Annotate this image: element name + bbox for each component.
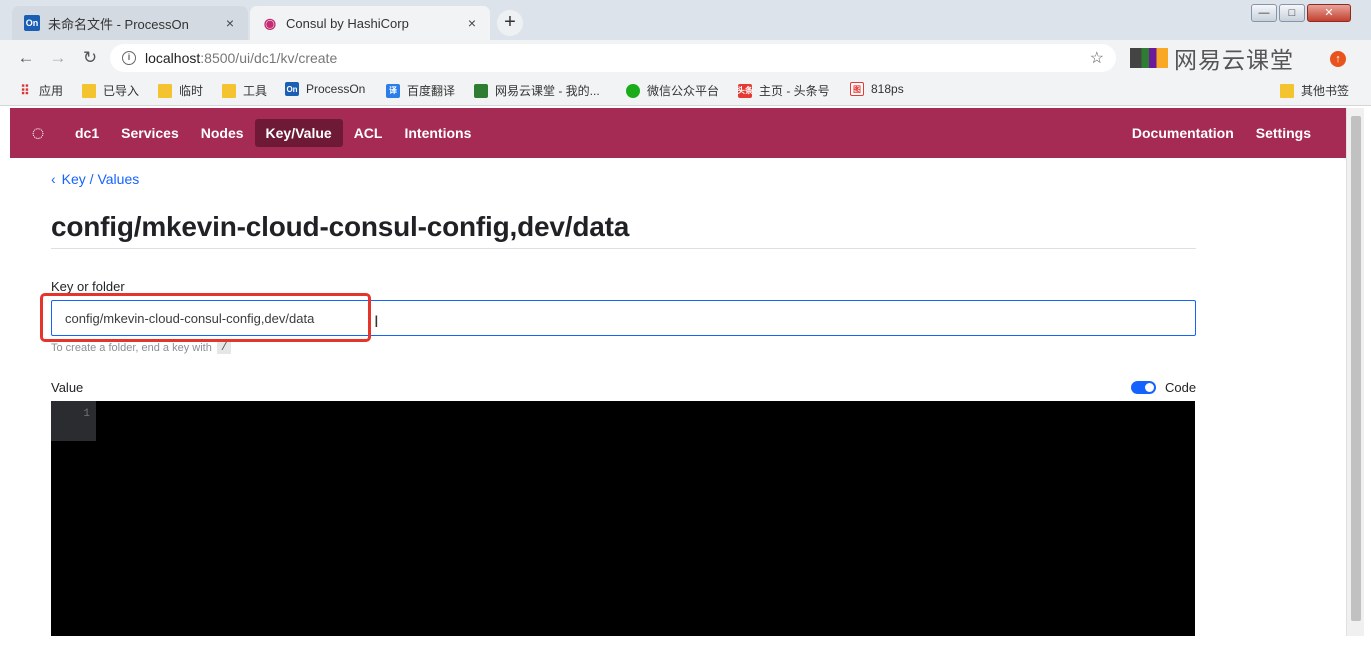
close-icon[interactable]: × bbox=[462, 15, 482, 31]
bookmark-label: 已导入 bbox=[103, 84, 140, 98]
nav-right-group: Documentation Settings bbox=[1121, 119, 1322, 147]
tab-processon[interactable]: On 未命名文件 - ProcessOn × bbox=[12, 6, 248, 40]
breadcrumb[interactable]: ‹ Key / Values bbox=[51, 171, 139, 187]
forward-arrow-icon[interactable]: → bbox=[46, 46, 70, 70]
bookmark-818ps[interactable]: 图 818ps bbox=[850, 82, 904, 96]
bookmark-label: 其他书签 bbox=[1301, 84, 1350, 98]
info-icon[interactable]: i bbox=[122, 51, 136, 65]
bookmark-label: ProcessOn bbox=[306, 82, 366, 96]
nav-acl[interactable]: ACL bbox=[343, 119, 394, 147]
818ps-icon: 图 bbox=[850, 82, 864, 96]
netease-icon bbox=[474, 83, 488, 98]
translate-icon: 译 bbox=[386, 83, 400, 98]
url-host: localhost bbox=[145, 50, 201, 66]
processon-icon: On bbox=[24, 15, 40, 31]
bookmark-netease[interactable]: 网易云课堂 - 我的... bbox=[474, 82, 600, 99]
bookmark-label: 工具 bbox=[243, 84, 268, 98]
bookmark-folder-imported[interactable]: 已导入 bbox=[82, 82, 139, 99]
folder-icon bbox=[82, 83, 96, 98]
bookmark-other[interactable]: 其他书签 bbox=[1280, 82, 1349, 99]
bookmark-apps[interactable]: ⠿ 应用 bbox=[18, 82, 63, 99]
window-close-button[interactable]: ✕ bbox=[1307, 4, 1351, 22]
bookmark-label: 临时 bbox=[179, 84, 204, 98]
consul-logo-icon[interactable]: ◌ bbox=[24, 119, 52, 147]
datacenter-selector[interactable]: dc1 bbox=[64, 119, 110, 147]
editor-gutter: 1 bbox=[51, 401, 96, 441]
bookmark-label: 818ps bbox=[871, 82, 904, 96]
code-toggle-label: Code bbox=[1165, 380, 1197, 395]
bookmark-label: 百度翻译 bbox=[407, 84, 456, 98]
bookmark-toutiao[interactable]: 头条 主页 - 头条号 bbox=[737, 82, 830, 99]
url-path: :8500/ui/dc1/kv/create bbox=[200, 50, 338, 66]
apps-icon: ⠿ bbox=[20, 82, 30, 98]
address-bar[interactable]: i localhost:8500/ui/dc1/kv/create ☆ bbox=[110, 44, 1116, 72]
line-number: 1 bbox=[83, 408, 90, 420]
toggle-switch[interactable] bbox=[1131, 381, 1156, 394]
bookmark-label: 主页 - 头条号 bbox=[759, 84, 830, 98]
key-field-label: Key or folder bbox=[51, 279, 125, 294]
bookmark-folder-tools[interactable]: 工具 bbox=[222, 82, 267, 99]
key-help-text: To create a folder, end a key with / bbox=[51, 342, 232, 354]
processon-icon: On bbox=[285, 82, 299, 96]
bookmark-wechat[interactable]: 微信公众平台 bbox=[626, 82, 719, 99]
window-bottom-edge bbox=[0, 636, 1371, 645]
tab-title: 未命名文件 - ProcessOn bbox=[48, 16, 189, 32]
bookmarks-bar: ⠿ 应用 已导入 临时 工具 On ProcessOn 译百度翻译 网易云课堂 - … bbox=[0, 76, 1371, 106]
folder-icon bbox=[222, 83, 236, 98]
nav-intentions[interactable]: Intentions bbox=[393, 119, 482, 147]
maximize-button[interactable]: □ bbox=[1279, 4, 1305, 22]
nav-key-value[interactable]: Key/Value bbox=[254, 119, 343, 147]
nav-documentation[interactable]: Documentation bbox=[1121, 119, 1245, 147]
close-icon[interactable]: × bbox=[220, 15, 240, 31]
bookmark-label: 网易云课堂 - 我的... bbox=[495, 84, 600, 98]
bookmark-processon[interactable]: On ProcessOn bbox=[285, 82, 365, 96]
netease-logo-icon bbox=[1130, 48, 1168, 68]
wechat-icon bbox=[626, 83, 640, 98]
title-divider bbox=[51, 248, 1196, 249]
key-help-code: / bbox=[216, 342, 232, 354]
code-editor[interactable]: 1 bbox=[51, 401, 1195, 637]
text-cursor-icon: I bbox=[374, 312, 379, 331]
bookmark-label: 应用 bbox=[39, 84, 64, 98]
tab-consul[interactable]: ◉ Consul by HashiCorp × bbox=[250, 6, 490, 40]
window-controls: — □ ✕ bbox=[1251, 4, 1351, 22]
value-field-label: Value bbox=[51, 380, 84, 395]
new-tab-button[interactable]: + bbox=[497, 10, 523, 36]
breadcrumb-link[interactable]: Key / Values bbox=[62, 171, 140, 187]
tab-title: Consul by HashiCorp bbox=[286, 15, 409, 31]
browser-toolbar: ← → ↻ i localhost:8500/ui/dc1/kv/create … bbox=[0, 40, 1371, 76]
page-scrollbar[interactable] bbox=[1346, 108, 1364, 636]
nav-nodes[interactable]: Nodes bbox=[190, 119, 255, 147]
bookmark-baidu-translate[interactable]: 译百度翻译 bbox=[386, 82, 455, 99]
key-help-label: To create a folder, end a key with bbox=[51, 342, 212, 354]
scrollbar-thumb[interactable] bbox=[1351, 116, 1361, 621]
nav-services[interactable]: Services bbox=[110, 119, 190, 147]
bookmark-star-icon[interactable]: ☆ bbox=[1090, 48, 1104, 68]
back-arrow-icon[interactable]: ← bbox=[14, 46, 38, 70]
key-input[interactable] bbox=[51, 300, 1196, 336]
consul-icon: ◉ bbox=[263, 14, 277, 31]
page-title: config/mkevin-cloud-consul-config,dev/da… bbox=[51, 211, 630, 242]
toutiao-icon: 头条 bbox=[737, 83, 753, 98]
brand-text: 网易云课堂 bbox=[1174, 47, 1294, 73]
browser-tab-bar: On 未命名文件 - ProcessOn × ◉ Consul by Hashi… bbox=[0, 0, 1371, 40]
extension-icon[interactable]: ↑ bbox=[1330, 51, 1346, 67]
folder-icon bbox=[158, 83, 172, 98]
code-toggle[interactable]: Code bbox=[1131, 380, 1196, 395]
netease-cloud-class-logo: 网易云课堂 bbox=[1130, 44, 1294, 73]
reload-icon[interactable]: ↻ bbox=[78, 46, 102, 70]
nav-settings[interactable]: Settings bbox=[1245, 119, 1322, 147]
folder-icon bbox=[1280, 83, 1294, 98]
bookmark-folder-temp[interactable]: 临时 bbox=[158, 82, 203, 99]
bookmark-label: 微信公众平台 bbox=[647, 84, 720, 98]
chevron-left-icon: ‹ bbox=[51, 171, 56, 187]
consul-top-nav: ◌ dc1 Services Nodes Key/Value ACL Inten… bbox=[10, 108, 1346, 158]
minimize-button[interactable]: — bbox=[1251, 4, 1277, 22]
